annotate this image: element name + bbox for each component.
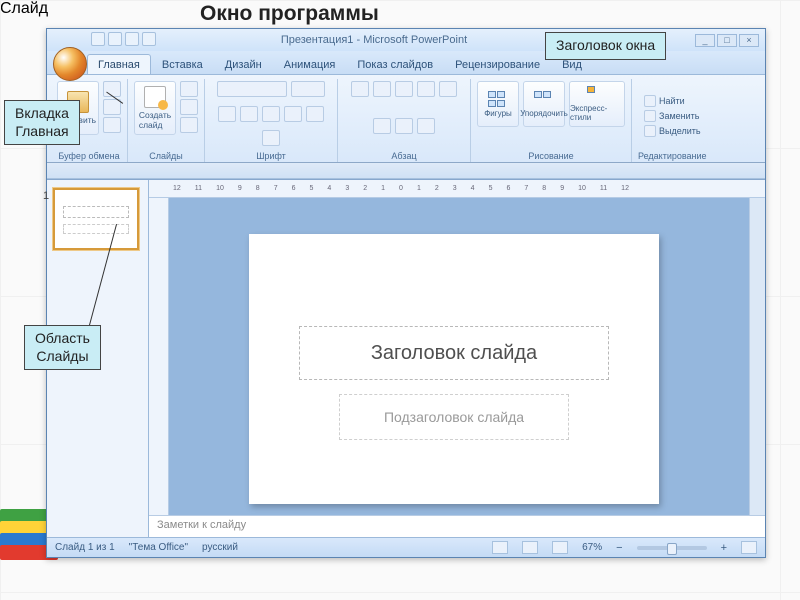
tab-animation[interactable]: Анимация xyxy=(273,54,347,74)
quick-access-toolbar xyxy=(91,32,156,46)
ribbon: Вставить Буфер обмена Создать слайд xyxy=(47,75,765,163)
font-color-icon[interactable] xyxy=(262,130,280,146)
view-sorter-icon[interactable] xyxy=(522,541,538,554)
shadow-icon[interactable] xyxy=(306,106,324,122)
zoom-slider[interactable] xyxy=(637,546,707,550)
bullets-icon[interactable] xyxy=(351,81,369,97)
align-left-icon[interactable] xyxy=(439,81,457,97)
ribbon-underline-bar xyxy=(47,163,765,179)
vertical-scrollbar[interactable] xyxy=(749,198,765,515)
maximize-button[interactable]: □ xyxy=(717,34,737,47)
quick-styles-button[interactable]: Экспресс-стили xyxy=(569,81,625,127)
zoom-in-icon[interactable]: + xyxy=(721,542,727,554)
new-slide-button[interactable]: Создать слайд xyxy=(134,81,176,135)
qat-save-icon[interactable] xyxy=(91,32,105,46)
vertical-ruler xyxy=(149,198,169,515)
qat-undo-icon[interactable] xyxy=(108,32,122,46)
find-icon xyxy=(644,95,656,107)
status-theme: "Тема Office" xyxy=(129,542,188,553)
group-label: Рисование xyxy=(528,151,573,162)
work-area: 1 1211109876543210123456789101112 Заголо… xyxy=(47,179,765,537)
zoom-out-icon[interactable]: − xyxy=(616,542,622,554)
bold-icon[interactable] xyxy=(218,106,236,122)
replace-icon xyxy=(644,110,656,122)
slide-canvas[interactable]: Заголовок слайда Подзаголовок слайда xyxy=(169,198,749,515)
notes-pane[interactable]: Заметки к слайду xyxy=(149,515,765,537)
powerpoint-window: Презентация1 - Microsoft PowerPoint _ □ … xyxy=(46,28,766,558)
find-button[interactable]: Найти xyxy=(644,95,685,107)
fit-window-icon[interactable] xyxy=(741,541,757,554)
indent-dec-icon[interactable] xyxy=(395,81,413,97)
status-language: русский xyxy=(202,542,238,553)
qat-print-icon[interactable] xyxy=(142,32,156,46)
shapes-button[interactable]: Фигуры xyxy=(477,81,519,127)
close-button[interactable]: × xyxy=(739,34,759,47)
status-slide-info: Слайд 1 из 1 xyxy=(55,542,115,553)
indent-inc-icon[interactable] xyxy=(417,81,435,97)
tab-home[interactable]: Главная xyxy=(87,54,151,74)
ribbon-group-paragraph: Абзац xyxy=(338,79,471,162)
font-size-dropdown[interactable] xyxy=(291,81,325,97)
layout-icon[interactable] xyxy=(180,81,198,97)
edit-area: 1211109876543210123456789101112 Заголово… xyxy=(149,180,765,537)
group-label: Абзац xyxy=(391,151,416,162)
ribbon-group-slides: Создать слайд Слайды xyxy=(128,79,205,162)
view-slideshow-icon[interactable] xyxy=(552,541,568,554)
subtitle-placeholder[interactable]: Подзаголовок слайда xyxy=(339,394,569,440)
strike-icon[interactable] xyxy=(284,106,302,122)
callout-tab-main: Вкладка Главная xyxy=(4,100,80,145)
horizontal-ruler: 1211109876543210123456789101112 xyxy=(149,180,765,198)
group-label: Буфер обмена xyxy=(58,151,119,162)
group-label: Шрифт xyxy=(256,151,286,162)
status-bar: Слайд 1 из 1 "Тема Office" русский 67% −… xyxy=(47,537,765,557)
italic-icon[interactable] xyxy=(240,106,258,122)
columns-icon[interactable] xyxy=(417,118,435,134)
tab-review[interactable]: Рецензирование xyxy=(444,54,551,74)
page-heading: Окно программы xyxy=(200,2,379,26)
slide-thumbnail[interactable]: 1 xyxy=(53,188,139,250)
align-center-icon[interactable] xyxy=(373,118,391,134)
tab-slideshow[interactable]: Показ слайдов xyxy=(346,54,444,74)
ribbon-group-editing: Найти Заменить Выделить Редактирование xyxy=(632,79,713,162)
replace-button[interactable]: Заменить xyxy=(644,110,699,122)
delete-icon[interactable] xyxy=(180,117,198,133)
reset-icon[interactable] xyxy=(180,99,198,115)
align-right-icon[interactable] xyxy=(395,118,413,134)
tab-insert[interactable]: Вставка xyxy=(151,54,214,74)
view-normal-icon[interactable] xyxy=(492,541,508,554)
zoom-value: 67% xyxy=(582,542,602,553)
thumbnail-number: 1 xyxy=(43,190,49,202)
callout-slides-pane: Область Слайды xyxy=(24,325,101,370)
title-placeholder[interactable]: Заголовок слайда xyxy=(299,326,609,380)
font-family-dropdown[interactable] xyxy=(217,81,287,97)
format-painter-icon[interactable] xyxy=(103,117,121,133)
numbering-icon[interactable] xyxy=(373,81,391,97)
tab-design[interactable]: Дизайн xyxy=(214,54,273,74)
select-icon xyxy=(644,125,656,137)
group-label: Редактирование xyxy=(638,151,707,162)
ribbon-group-drawing: Фигуры Упорядочить Экспресс-стили Рисова… xyxy=(471,79,632,162)
callout-window-title: Заголовок окна xyxy=(545,32,666,60)
arrange-button[interactable]: Упорядочить xyxy=(523,81,565,127)
new-slide-icon xyxy=(144,86,166,108)
underline-icon[interactable] xyxy=(262,106,280,122)
office-button[interactable] xyxy=(53,47,87,81)
minimize-button[interactable]: _ xyxy=(695,34,715,47)
slide[interactable]: Заголовок слайда Подзаголовок слайда xyxy=(249,234,659,504)
select-button[interactable]: Выделить xyxy=(644,125,701,137)
ribbon-group-font: Шрифт xyxy=(205,79,338,162)
group-label: Слайды xyxy=(149,151,183,162)
qat-redo-icon[interactable] xyxy=(125,32,139,46)
